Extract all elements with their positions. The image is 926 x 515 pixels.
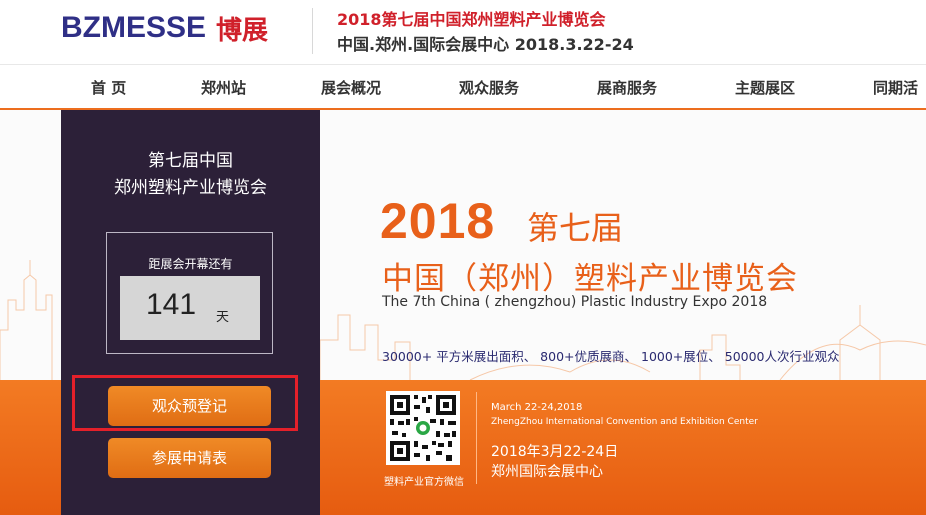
banner-title-en: The 7th China ( zhengzhou) Plastic Indus… <box>382 294 768 310</box>
logo-text-en: BZMESSE <box>61 11 207 44</box>
nav-item-exhibitor-services[interactable]: 展商服务 <box>597 77 657 98</box>
banner-edition: 第七届 <box>527 209 624 247</box>
logo-text-cn: 博展 <box>216 15 269 46</box>
sidebar-panel: 第七届中国 郑州塑料产业博览会 距展会开幕还有 141 天 观众预登记 参展申请… <box>61 110 320 515</box>
sidebar-title-line2: 郑州塑料产业博览会 <box>114 178 267 198</box>
banner-year: 2018 <box>380 193 496 249</box>
banner-title-cn: 中国（郑州）塑料产业博览会 <box>382 261 798 297</box>
register-button-highlight <box>72 375 298 431</box>
wechat-qr-code <box>386 391 460 465</box>
countdown-box: 距展会开幕还有 141 天 <box>106 232 273 354</box>
qr-code-icon <box>386 391 460 465</box>
countdown-panel: 141 天 <box>120 276 260 340</box>
exhibitor-apply-button[interactable]: 参展申请表 <box>108 438 271 478</box>
expo-title: 2018第七届中国郑州塑料产业博览会 <box>337 10 606 29</box>
nav-item-home[interactable]: 首 页 <box>91 77 126 98</box>
nav-item-events[interactable]: 同期活 <box>873 77 918 98</box>
qr-caption: 塑料产业官方微信 <box>384 477 464 488</box>
countdown-label: 距展会开幕还有 <box>148 257 233 271</box>
event-venue-en: ZhengZhou International Convention and E… <box>491 417 758 427</box>
countdown-unit: 天 <box>216 310 230 325</box>
event-date-cn: 2018年3月22-24日 <box>491 444 619 460</box>
expo-location-date: 中国.郑州.国际会展中心 2018.3.22-24 <box>337 35 634 54</box>
sidebar-title-line1: 第七届中国 <box>148 151 233 171</box>
event-venue-cn: 郑州国际会展中心 <box>491 464 603 480</box>
nav-item-theme-zones[interactable]: 主题展区 <box>735 77 795 98</box>
main-nav: 首 页 郑州站 展会概况 观众服务 展商服务 主题展区 同期活 <box>0 64 926 110</box>
nav-item-zhengzhou[interactable]: 郑州站 <box>201 77 246 98</box>
header-divider <box>312 8 313 54</box>
nav-item-visitor-services[interactable]: 观众服务 <box>459 77 519 98</box>
event-date-en: March 22-24,2018 <box>491 402 583 413</box>
countdown-value: 141 <box>146 288 197 321</box>
banner-stats: 30000+ 平方米展出面积、 800+优质展商、 1000+展位、 50000… <box>382 349 840 364</box>
nav-item-overview[interactable]: 展会概况 <box>321 77 381 98</box>
info-divider <box>476 392 477 484</box>
site-logo[interactable]: BZMESSE 博展 <box>61 10 268 46</box>
site-header: BZMESSE 博展 2018第七届中国郑州塑料产业博览会 中国.郑州.国际会展… <box>0 0 926 64</box>
